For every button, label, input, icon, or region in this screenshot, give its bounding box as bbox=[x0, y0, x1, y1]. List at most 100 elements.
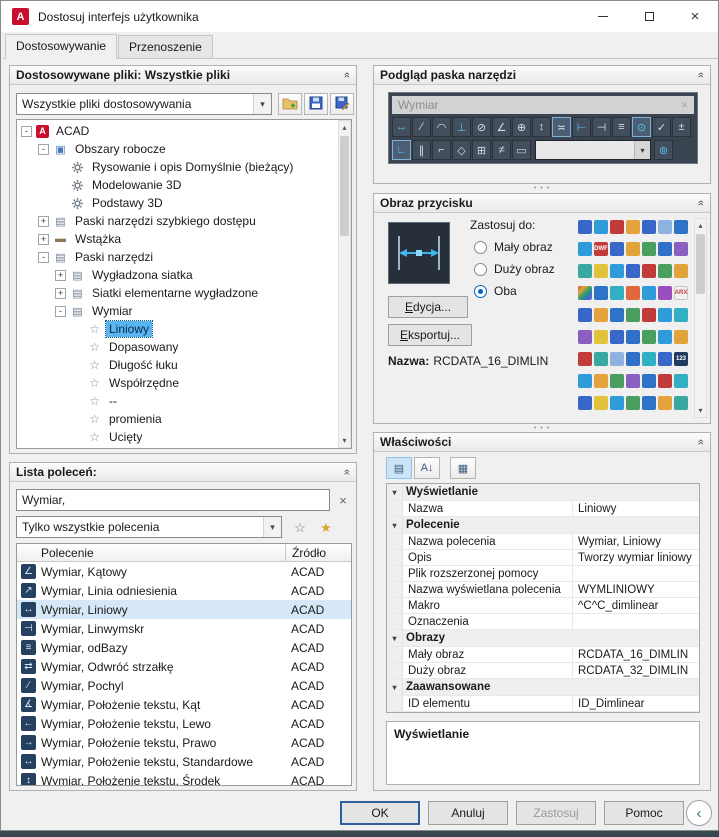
preview-tool-button[interactable]: ± bbox=[672, 117, 691, 137]
tree-item[interactable]: ☆ Ucięty bbox=[17, 428, 351, 446]
command-row[interactable]: ↕ Wymiar, Położenie tekstu, Środek ACAD bbox=[17, 771, 351, 785]
tree-item[interactable]: + ▤ Siatki elementarne wygładzone bbox=[17, 284, 351, 302]
help-button[interactable]: Pomoc bbox=[604, 801, 684, 825]
tree-item[interactable]: ☆ -- bbox=[17, 392, 351, 410]
property-value[interactable]: Wymiar, Liniowy bbox=[573, 534, 699, 549]
tree-item-label[interactable]: Podstawy 3D bbox=[89, 195, 166, 211]
library-icon[interactable] bbox=[610, 220, 624, 234]
library-icon[interactable] bbox=[642, 374, 656, 388]
library-icon[interactable] bbox=[642, 220, 656, 234]
tree-item[interactable]: + ▬ Wstążka bbox=[17, 230, 351, 248]
library-icon[interactable] bbox=[674, 242, 688, 256]
ok-button[interactable]: OK bbox=[340, 801, 420, 825]
library-icon[interactable] bbox=[642, 242, 656, 256]
edit-image-button[interactable]: Edycja... bbox=[388, 296, 468, 318]
tab-przenoszenie[interactable]: Przenoszenie bbox=[118, 35, 213, 58]
library-icon[interactable] bbox=[626, 352, 640, 366]
library-icon[interactable] bbox=[674, 220, 688, 234]
tree-expander-icon[interactable]: - bbox=[38, 251, 49, 263]
library-icon[interactable] bbox=[658, 242, 672, 256]
library-icon[interactable] bbox=[594, 330, 608, 344]
scroll-down-icon[interactable]: ▾ bbox=[695, 404, 706, 417]
category-collapse-icon[interactable]: ▾ bbox=[387, 679, 403, 695]
category-collapse-icon[interactable]: ▾ bbox=[387, 484, 403, 500]
library-icon[interactable] bbox=[626, 264, 640, 278]
property-row[interactable]: Makro ^C^C_dimlinear bbox=[387, 598, 699, 614]
tree-item-label[interactable]: Obszary robocze bbox=[72, 141, 169, 157]
tree-item[interactable]: Modelowanie 3D bbox=[17, 176, 351, 194]
property-row[interactable]: Nazwa polecenia Wymiar, Liniowy bbox=[387, 534, 699, 550]
tree-item[interactable]: ☆ Długość łuku bbox=[17, 356, 351, 374]
tree-item-label[interactable]: -- bbox=[106, 393, 120, 409]
scroll-up-icon[interactable]: ▴ bbox=[339, 121, 350, 134]
categorized-button[interactable]: ▤ bbox=[386, 457, 412, 479]
library-icon[interactable] bbox=[594, 264, 608, 278]
tree-expander-icon[interactable]: + bbox=[38, 215, 49, 227]
image-grid-scrollbar-thumb[interactable] bbox=[696, 234, 705, 294]
tree-expander-icon[interactable]: + bbox=[38, 233, 49, 245]
library-icon[interactable] bbox=[642, 264, 656, 278]
tree-item[interactable]: ☆ Współrzędne bbox=[17, 374, 351, 392]
library-icon[interactable] bbox=[626, 220, 640, 234]
library-icon[interactable] bbox=[594, 374, 608, 388]
preview-tool-button[interactable]: ◇ bbox=[452, 140, 471, 160]
property-category-row[interactable]: ▾ Obrazy bbox=[387, 630, 699, 647]
library-icon[interactable] bbox=[626, 308, 640, 322]
preview-tool-button[interactable]: ↕ bbox=[532, 117, 551, 137]
cancel-button[interactable]: Anuluj bbox=[428, 801, 508, 825]
category-collapse-icon[interactable]: ▾ bbox=[387, 630, 403, 646]
library-icon[interactable] bbox=[658, 396, 672, 410]
library-icon[interactable] bbox=[626, 242, 640, 256]
preview-tool-button[interactable]: ⌐ bbox=[432, 140, 451, 160]
library-icon[interactable] bbox=[626, 374, 640, 388]
save-file-button[interactable] bbox=[304, 93, 328, 115]
preview-dimstyle-select[interactable]: ▾ bbox=[535, 140, 651, 160]
command-row[interactable]: ↔ Wymiar, Położenie tekstu, Standardowe AC… bbox=[17, 752, 351, 771]
command-row[interactable]: ∡ Wymiar, Położenie tekstu, Kąt ACAD bbox=[17, 695, 351, 714]
tree-item[interactable]: + ▤ Paski narzędzi szybkiego dostępu bbox=[17, 212, 351, 230]
collapse-dialog-button[interactable]: ‹ bbox=[686, 800, 712, 826]
preview-tool-button[interactable]: ↔ bbox=[392, 117, 411, 137]
tree-item-label[interactable]: promienia bbox=[106, 411, 165, 427]
tree-item[interactable]: Rysowanie i opis Domyślnie (bieżący) bbox=[17, 158, 351, 176]
maximize-button[interactable] bbox=[626, 1, 672, 32]
library-icon[interactable] bbox=[674, 308, 688, 322]
scroll-down-icon[interactable]: ▾ bbox=[339, 434, 350, 447]
property-page-button[interactable]: ▦ bbox=[450, 457, 476, 479]
preview-tool-button[interactable]: ✓ bbox=[652, 117, 671, 137]
library-icon[interactable] bbox=[626, 286, 640, 300]
library-icon[interactable] bbox=[610, 374, 624, 388]
category-collapse-icon[interactable]: ▾ bbox=[387, 517, 403, 533]
property-row[interactable]: ID elementu ID_Dimlinear bbox=[387, 696, 699, 712]
preview-tool-button[interactable]: ⊙ bbox=[632, 117, 651, 137]
property-value[interactable] bbox=[573, 614, 699, 629]
tree-item[interactable]: Podstawy 3D bbox=[17, 194, 351, 212]
radio-option[interactable]: Duży obraz bbox=[474, 258, 555, 280]
tree-item-label[interactable]: Dopasowany bbox=[106, 339, 181, 355]
property-category-row[interactable]: ▾ Wyświetlanie bbox=[387, 484, 699, 501]
tree-expander-icon[interactable]: - bbox=[21, 125, 32, 137]
export-image-button[interactable]: Eksportuj... bbox=[388, 324, 472, 346]
library-icon[interactable] bbox=[626, 330, 640, 344]
library-icon[interactable] bbox=[642, 286, 656, 300]
titlebar[interactable]: A Dostosuj interfejs użytkownika × bbox=[1, 1, 718, 32]
collapse-panel-icon[interactable]: » bbox=[341, 72, 353, 78]
preview-tool-button[interactable]: ∠ bbox=[492, 117, 511, 137]
command-row[interactable]: ↔ Wymiar, Liniowy ACAD bbox=[17, 600, 351, 619]
tree-expander-icon[interactable]: - bbox=[38, 143, 49, 155]
library-icon[interactable] bbox=[674, 264, 688, 278]
library-icon[interactable]: ARX bbox=[674, 286, 688, 300]
tree-item-label[interactable]: Współrzędne bbox=[106, 375, 182, 391]
preview-tool-button[interactable]: ≍ bbox=[552, 117, 571, 137]
library-icon[interactable] bbox=[642, 352, 656, 366]
clear-search-button[interactable]: × bbox=[334, 489, 352, 511]
library-icon[interactable] bbox=[610, 396, 624, 410]
library-icon[interactable] bbox=[658, 220, 672, 234]
app-icon[interactable]: A bbox=[12, 8, 29, 25]
library-icon[interactable] bbox=[610, 330, 624, 344]
property-value[interactable] bbox=[573, 566, 699, 581]
library-icon[interactable] bbox=[578, 242, 592, 256]
alphabetical-sort-button[interactable]: A↓ bbox=[414, 457, 440, 479]
tree-item-label[interactable]: Siatki elementarne wygładzone bbox=[89, 285, 261, 301]
tree-expander-icon[interactable]: + bbox=[55, 287, 66, 299]
